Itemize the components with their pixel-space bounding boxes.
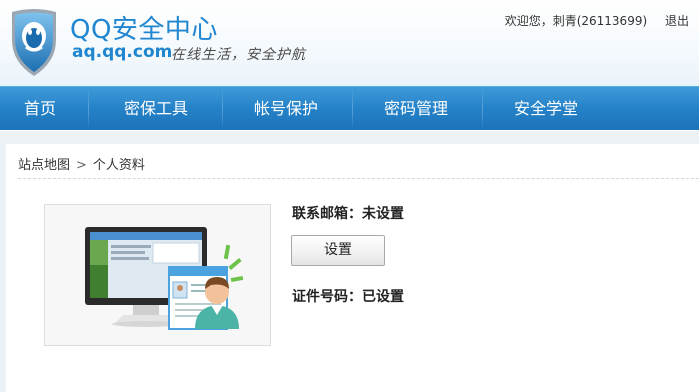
nav-item-security-tools[interactable]: 密保工具: [124, 87, 188, 131]
nav-item-password-management[interactable]: 密码管理: [384, 87, 448, 131]
nav-divider: [482, 87, 483, 131]
user-area: 欢迎您，刺青(26113699) 退出: [505, 12, 689, 29]
breadcrumb-separator: >: [76, 158, 87, 173]
logo-slogan: 在线生活，安全护航: [171, 47, 306, 63]
logout-link[interactable]: 退出: [665, 14, 689, 28]
logo-title: QQ安全中心: [70, 15, 218, 45]
nav-divider: [88, 87, 89, 131]
breadcrumb-sitemap-link[interactable]: 站点地图: [18, 158, 70, 173]
nav-item-security-school[interactable]: 安全学堂: [514, 87, 578, 131]
breadcrumb-current: 个人资料: [92, 158, 145, 173]
profile-illustration: [44, 204, 271, 346]
breadcrumb: 站点地图 > 个人资料: [18, 154, 145, 173]
id-number-status-label: 证件号码：已设置: [292, 289, 404, 305]
main-content: 站点地图 > 个人资料 联系邮箱：未设置 设置 证件号码：已设置: [6, 144, 699, 392]
computer-profile-illustration-icon: [85, 227, 244, 330]
header: QQ安全中心 aq.qq.com 在线生活，安全护航 欢迎您，刺青(261136…: [0, 0, 699, 86]
breadcrumb-divider: [18, 178, 699, 179]
logo-domain: aq.qq.com: [72, 42, 173, 62]
welcome-text: 欢迎您，刺青(26113699): [504, 14, 648, 28]
nav-item-home[interactable]: 首页: [24, 87, 56, 131]
main-nav: 首页 密保工具 帐号保护 密码管理 安全学堂: [0, 86, 699, 131]
email-status-label: 联系邮箱：未设置: [292, 206, 404, 222]
set-email-button[interactable]: 设置: [291, 235, 385, 266]
nav-divider: [352, 87, 353, 131]
nav-divider: [222, 87, 223, 131]
nav-item-account-protection[interactable]: 帐号保护: [254, 87, 318, 131]
qq-shield-logo-icon: [12, 9, 56, 76]
